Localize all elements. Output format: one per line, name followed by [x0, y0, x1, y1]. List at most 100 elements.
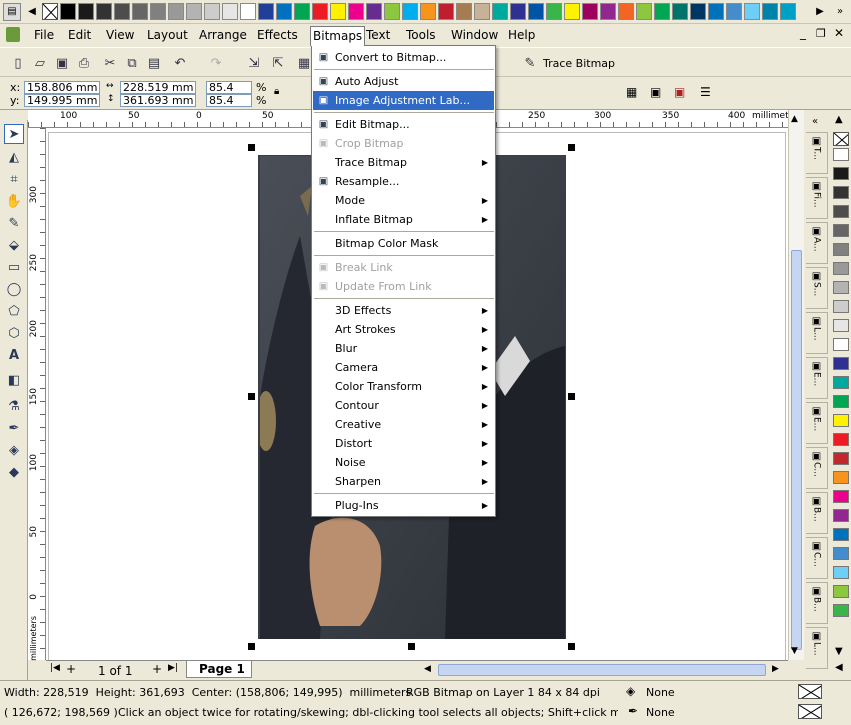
trace-bitmap-button[interactable]: Trace Bitmap — [543, 57, 615, 70]
menu-item-image-adjustment-lab[interactable]: ▣ Image Adjustment Lab... — [313, 91, 494, 110]
palette-expand-icon[interactable]: » — [832, 3, 848, 20]
color-swatch[interactable] — [833, 452, 849, 465]
color-swatch[interactable] — [833, 224, 849, 237]
pick-tool-icon[interactable]: ➤ — [4, 124, 24, 144]
color-swatch[interactable] — [150, 3, 166, 20]
selection-handle[interactable] — [248, 393, 255, 400]
restore-icon[interactable]: ❐ — [816, 27, 826, 40]
docker-tab[interactable]: ▣ Fi... — [806, 177, 828, 219]
interactive-fill-icon[interactable]: ◆ — [4, 462, 24, 482]
color-swatch[interactable] — [474, 3, 490, 20]
color-swatch[interactable] — [258, 3, 274, 20]
paste-icon[interactable]: ▤ — [144, 53, 164, 73]
color-swatch[interactable] — [420, 3, 436, 20]
fill-swatch-none[interactable] — [798, 684, 822, 699]
eyedropper-tool-icon[interactable]: ⚗ — [4, 396, 24, 416]
add-page-after-icon[interactable]: + — [152, 662, 162, 676]
color-swatch[interactable] — [510, 3, 526, 20]
save-icon[interactable]: ▣ — [52, 53, 72, 73]
outline-swatch-none[interactable] — [798, 704, 822, 719]
menu-effects[interactable]: Effects — [257, 28, 298, 42]
menu-window[interactable]: Window — [451, 28, 498, 42]
menu-item-auto-adjust[interactable]: ▣ Auto Adjust — [313, 72, 494, 91]
scroll-left-icon[interactable]: ◀ — [424, 664, 431, 674]
vertical-ruler[interactable]: 300 250 200 150 100 50 0 millimeters — [28, 128, 46, 661]
color-swatch[interactable] — [833, 376, 849, 389]
rectangle-tool-icon[interactable]: ▭ — [4, 257, 24, 277]
menu-item-trace-bitmap[interactable]: Trace Bitmap ▶ — [313, 153, 494, 172]
color-swatch[interactable] — [312, 3, 328, 20]
color-swatch[interactable] — [60, 3, 76, 20]
close-icon[interactable]: ✕ — [834, 26, 844, 40]
color-swatch[interactable] — [528, 3, 544, 20]
selection-handle[interactable] — [568, 643, 575, 650]
copy-icon[interactable]: ⧉ — [122, 53, 142, 73]
color-swatch[interactable] — [833, 338, 849, 351]
color-swatch[interactable] — [833, 585, 849, 598]
color-swatch[interactable] — [833, 243, 849, 256]
menu-view[interactable]: View — [106, 28, 134, 42]
cut-icon[interactable]: ✂ — [100, 53, 120, 73]
width-field[interactable]: 228.519 mm — [120, 81, 196, 94]
docker-tab[interactable]: ▣ A... — [806, 222, 828, 264]
menu-edit[interactable]: Edit — [68, 28, 91, 42]
docker-tab[interactable]: ▣ C... — [806, 447, 828, 489]
scale-x-field[interactable]: 85.4 — [206, 81, 252, 94]
scroll-up-icon[interactable]: ▲ — [791, 114, 798, 124]
y-position-field[interactable]: 149.995 mm — [24, 94, 100, 107]
color-swatch[interactable] — [366, 3, 382, 20]
lock-ratio-icon[interactable]: 🔒︎ — [274, 86, 279, 97]
color-swatch[interactable] — [222, 3, 238, 20]
color-swatch[interactable] — [833, 357, 849, 370]
minimize-icon[interactable]: _ — [800, 26, 806, 40]
text-tool-icon[interactable]: A — [4, 345, 24, 365]
color-swatch[interactable] — [564, 3, 580, 20]
color-swatch[interactable] — [833, 604, 849, 617]
menu-item-edit-bitmap[interactable]: ▣ Edit Bitmap... — [313, 115, 494, 134]
shape-tool-icon[interactable]: ◭ — [4, 147, 24, 167]
selection-handle[interactable] — [568, 144, 575, 151]
crop-tool-icon[interactable]: ⌗ — [4, 169, 24, 189]
first-page-icon[interactable]: |◀ — [50, 663, 60, 673]
horizontal-scroll-thumb[interactable] — [438, 664, 766, 676]
docker-tab[interactable]: ▣ B... — [806, 582, 828, 624]
menu-item-sharpen[interactable]: Sharpen ▶ — [313, 472, 494, 491]
color-swatch[interactable] — [762, 3, 778, 20]
outline-tool-icon[interactable]: ✒ — [4, 418, 24, 438]
no-color-swatch[interactable] — [833, 132, 849, 146]
polygon-tool-icon[interactable]: ⬠ — [4, 301, 24, 321]
palette-left-arrow-icon[interactable]: ◀ — [24, 3, 40, 20]
docker-tab[interactable]: ▣ S... — [806, 267, 828, 309]
docker-tab[interactable]: ▣ T... — [806, 132, 828, 174]
color-swatch[interactable] — [384, 3, 400, 20]
color-swatch[interactable] — [833, 319, 849, 332]
scroll-thumb[interactable] — [791, 250, 802, 650]
scroll-down-icon[interactable]: ▼ — [791, 646, 798, 656]
no-color-swatch[interactable] — [42, 3, 58, 20]
menu-item-camera[interactable]: Camera ▶ — [313, 358, 494, 377]
add-page-before-icon[interactable]: + — [66, 662, 76, 676]
last-page-icon[interactable]: ▶| — [168, 663, 178, 673]
menu-tools[interactable]: Tools — [406, 28, 436, 42]
color-swatch[interactable] — [78, 3, 94, 20]
color-swatch[interactable] — [833, 528, 849, 541]
menu-item-inflate-bitmap[interactable]: Inflate Bitmap ▶ — [313, 210, 494, 229]
menu-file[interactable]: File — [34, 28, 54, 42]
color-swatch[interactable] — [833, 281, 849, 294]
docker-tab[interactable]: ▣ E... — [806, 357, 828, 399]
color-swatch[interactable] — [582, 3, 598, 20]
color-swatch[interactable] — [402, 3, 418, 20]
color-swatch[interactable] — [456, 3, 472, 20]
color-swatch[interactable] — [833, 433, 849, 446]
color-swatch[interactable] — [833, 167, 849, 180]
color-swatch[interactable] — [833, 262, 849, 275]
docker-collapse-icon[interactable]: « — [812, 116, 818, 127]
selection-handle[interactable] — [408, 643, 415, 650]
docker-tab[interactable]: ▣ C... — [806, 537, 828, 579]
color-swatch[interactable] — [294, 3, 310, 20]
menu-item-mode[interactable]: Mode ▶ — [313, 191, 494, 210]
trace-bitmap-icon[interactable]: ✎ — [520, 53, 540, 73]
print-icon[interactable]: ⎙ — [74, 53, 94, 73]
color-swatch[interactable] — [780, 3, 796, 20]
menu-arrange[interactable]: Arrange — [199, 28, 247, 42]
